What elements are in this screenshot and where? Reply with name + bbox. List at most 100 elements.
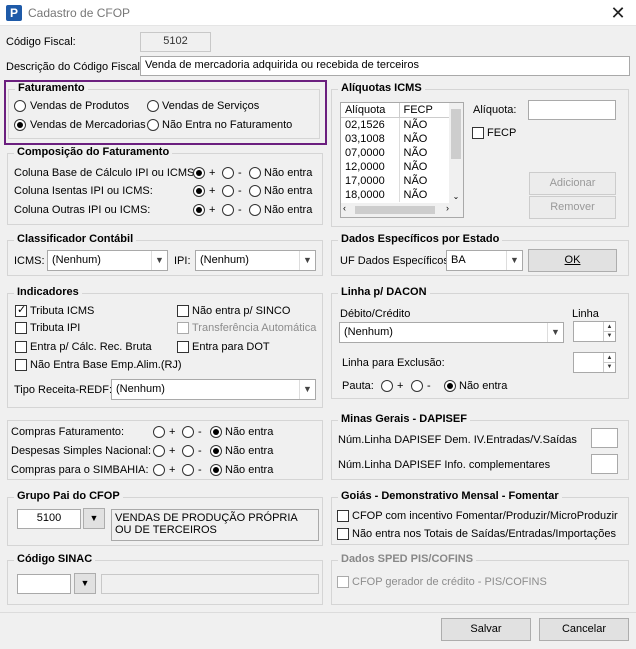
table-row[interactable]: 12,0000 NÃO	[341, 159, 451, 174]
radio-compras-none[interactable]	[210, 426, 222, 438]
arrow-down-icon[interactable]: ▼	[603, 362, 615, 372]
ok-button[interactable]: OK	[528, 249, 617, 272]
scrollbar-thumb[interactable]	[451, 109, 461, 159]
tipo-receita-select[interactable]: (Nenhum) ▼	[111, 379, 316, 400]
codigo-fiscal-field[interactable]: 5102	[140, 32, 211, 52]
checkbox-emp-alim[interactable]	[15, 359, 27, 371]
radio-isentas-none[interactable]	[249, 185, 261, 197]
label-rec-bruta: Entra p/ Cálc. Rec. Bruta	[30, 341, 152, 353]
radio-vendas-mercadorias[interactable]	[14, 119, 26, 131]
radio-base-none[interactable]	[249, 167, 261, 179]
chevron-down-icon: ▼	[151, 251, 167, 270]
checkbox-sped-credito[interactable]	[337, 576, 349, 588]
radio-outras-minus[interactable]	[222, 204, 234, 216]
table-row[interactable]: 17,0000 NÃO	[341, 173, 451, 188]
close-button[interactable]: ✕	[608, 3, 628, 23]
uf-select[interactable]: BA ▼	[446, 250, 523, 271]
ipi-select[interactable]: (Nenhum) ▼	[195, 250, 316, 271]
tipo-receita-label: Tipo Receita-REDF:	[14, 384, 113, 396]
descricao-field[interactable]: Venda de mercadoria adquirida ou recebid…	[140, 56, 630, 76]
table-row[interactable]: 18,0000 NÃO	[341, 187, 451, 202]
horizontal-scrollbar[interactable]: ‹ ›	[341, 203, 463, 217]
radio-pauta-plus[interactable]	[381, 380, 393, 392]
minas-row1-input[interactable]	[591, 428, 618, 448]
table-row[interactable]: 02,1526 NÃO	[341, 117, 451, 132]
linha-stepper[interactable]: ▲ ▼	[573, 321, 616, 342]
radio-pauta-minus[interactable]	[411, 380, 423, 392]
fecp-label: FECP	[487, 127, 517, 139]
debito-credito-select[interactable]: (Nenhum) ▼	[339, 322, 564, 343]
scroll-right-icon[interactable]: ›	[446, 203, 449, 213]
aliquotas-table[interactable]: Alíquota FECP 02,1526 NÃO 03,1008 NÃO 07,0…	[340, 102, 464, 218]
add-button[interactable]: Adicionar	[529, 172, 616, 195]
radio-vendas-produtos[interactable]	[14, 100, 26, 112]
column-header-aliquota[interactable]: Alíquota	[341, 103, 400, 118]
chevron-down-icon: ▼	[506, 251, 522, 270]
faturamento-group: Faturamento	[8, 82, 320, 139]
radio-nao-entra-faturamento[interactable]	[147, 119, 159, 131]
icms-select[interactable]: (Nenhum) ▼	[47, 250, 168, 271]
checkbox-tributa-icms[interactable]	[15, 303, 27, 317]
radio-compras-plus[interactable]	[153, 426, 165, 438]
remove-button[interactable]: Remover	[529, 196, 616, 219]
radio-despesas-none[interactable]	[210, 445, 222, 457]
cell-fecp: NÃO	[399, 187, 451, 202]
grupo-pai-dropdown-icon[interactable]: ▼	[83, 508, 105, 529]
radio-despesas-minus[interactable]	[182, 445, 194, 457]
cell-fecp: NÃO	[399, 145, 451, 160]
save-button[interactable]: Salvar	[441, 618, 531, 641]
grupo-pai-code[interactable]: 5100	[17, 509, 81, 529]
label-vendas-produtos: Vendas de Produtos	[30, 100, 130, 112]
checkbox-transferencia-automatica[interactable]	[177, 322, 189, 334]
radio-isentas-minus[interactable]	[222, 185, 234, 197]
radio-simbahia-none[interactable]	[210, 464, 222, 476]
radio-simbahia-plus[interactable]	[153, 464, 165, 476]
label-nao-entra-totais: Não entra nos Totais de Saídas/Entradas/…	[352, 528, 616, 540]
checkbox-tributa-ipi[interactable]	[15, 322, 27, 334]
radio-isentas-plus[interactable]	[193, 185, 205, 197]
radio-compras-minus[interactable]	[182, 426, 194, 438]
icms-select-value: (Nenhum)	[52, 254, 101, 266]
checkbox-nao-entra-totais[interactable]	[337, 528, 349, 540]
debito-credito-value: (Nenhum)	[344, 326, 393, 338]
radio-outras-plus[interactable]	[193, 204, 205, 216]
cancel-button[interactable]: Cancelar	[539, 618, 629, 641]
compras-row-label: Compras para o SIMBAHIA:	[11, 464, 149, 476]
label-fomentar: CFOP com incentivo Fomentar/Produzir/Mic…	[352, 510, 618, 522]
fecp-checkbox[interactable]	[472, 127, 484, 139]
minas-row2-input[interactable]	[591, 454, 618, 474]
table-row[interactable]: 03,1008 NÃO	[341, 131, 451, 146]
aliquota-input[interactable]	[528, 100, 616, 120]
radio-base-plus[interactable]	[193, 167, 205, 179]
radio-despesas-plus[interactable]	[153, 445, 165, 457]
sinac-code-input[interactable]	[17, 574, 71, 594]
minas-row2-label: Núm.Linha DAPISEF Info. complementares	[338, 459, 551, 471]
scroll-down-icon[interactable]: ⌄	[449, 192, 463, 201]
column-header-fecp[interactable]: FECP	[399, 103, 451, 118]
vertical-scrollbar[interactable]: ⌄	[449, 103, 463, 203]
minas-title: Minas Gerais - DAPISEF	[338, 413, 470, 425]
checkbox-fomentar[interactable]	[337, 510, 349, 522]
dacon-title: Linha p/ DACON	[338, 286, 430, 298]
scrollbar-thumb[interactable]	[355, 206, 435, 214]
checkbox-entra-dot[interactable]	[177, 341, 189, 353]
radio-base-minus[interactable]	[222, 167, 234, 179]
radio-outras-none[interactable]	[249, 204, 261, 216]
checkbox-rec-bruta[interactable]	[15, 341, 27, 353]
cell-aliquota: 03,1008	[341, 131, 400, 146]
radio-pauta-none[interactable]	[444, 380, 456, 392]
opt-none-label: Não entra	[264, 185, 313, 197]
checkbox-nao-entra-sinco[interactable]	[177, 305, 189, 317]
cell-fecp: NÃO	[399, 131, 451, 146]
scroll-left-icon[interactable]: ‹	[343, 203, 346, 213]
chevron-down-icon: ▼	[547, 323, 563, 342]
arrow-down-icon[interactable]: ▼	[603, 331, 615, 341]
radio-simbahia-minus[interactable]	[182, 464, 194, 476]
minas-row1-label: Núm.Linha DAPISEF Dem. IV.Entradas/V.Saí…	[338, 434, 577, 446]
dados-estado-title: Dados Específicos por Estado	[338, 233, 503, 245]
compras-row-label: Compras Faturamento:	[11, 426, 125, 438]
exclusao-stepper[interactable]: ▲ ▼	[573, 352, 616, 373]
sinac-dropdown-icon[interactable]: ▼	[74, 573, 96, 594]
radio-vendas-servicos[interactable]	[147, 100, 159, 112]
table-row[interactable]: 07,0000 NÃO	[341, 145, 451, 160]
